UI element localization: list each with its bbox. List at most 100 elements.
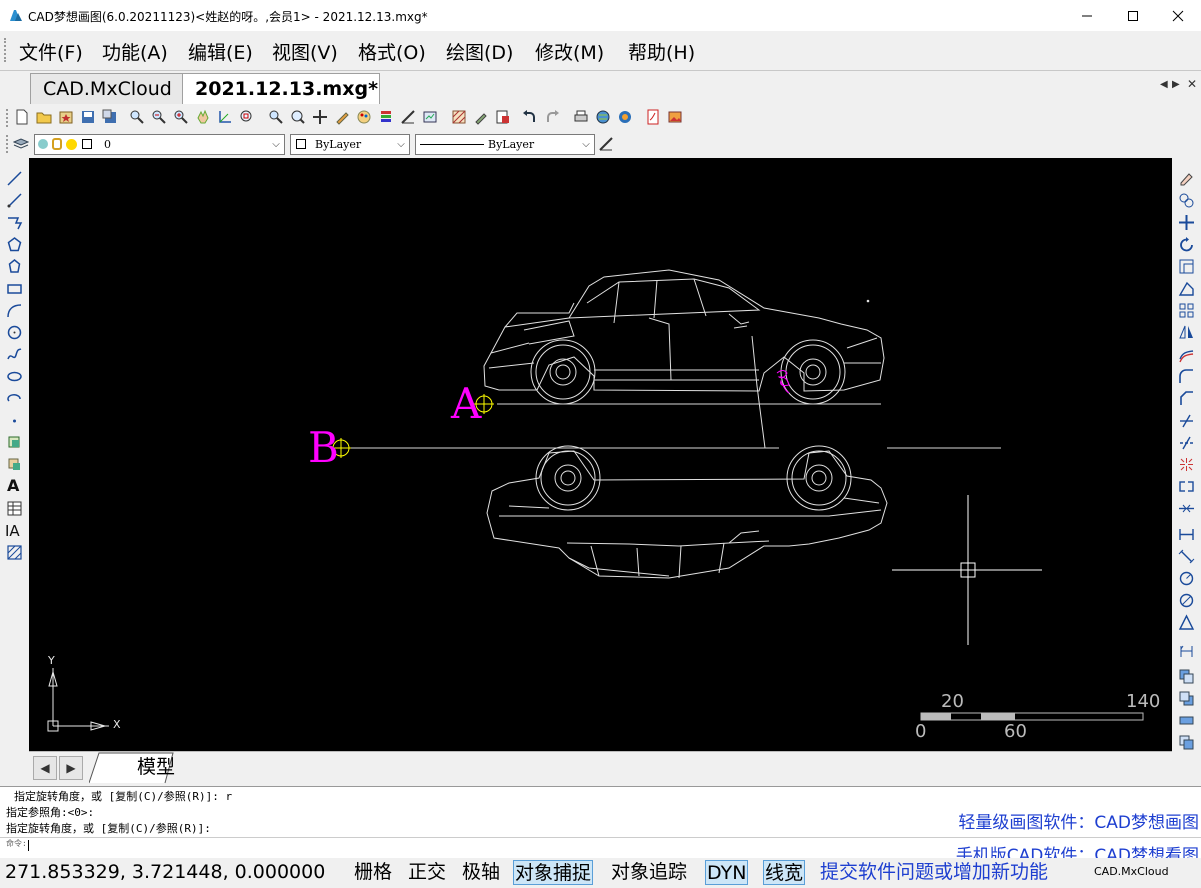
image-export-icon[interactable] <box>667 109 683 125</box>
print-icon[interactable] <box>573 109 589 125</box>
make-block-icon[interactable] <box>6 456 23 473</box>
dim-aligned-icon[interactable] <box>1178 548 1195 565</box>
stretch-icon[interactable] <box>1178 280 1195 297</box>
tab-mxcloud[interactable]: CAD.MxCloud <box>30 73 190 104</box>
ellipse-arc-icon[interactable] <box>6 390 23 407</box>
tab-model[interactable]: 模型 <box>121 752 201 783</box>
pdf-export-icon[interactable] <box>645 109 661 125</box>
zoom-previous-icon[interactable] <box>268 109 284 125</box>
color-select[interactable]: ByLayer ⌵ <box>290 134 410 155</box>
table-icon[interactable] <box>6 500 23 517</box>
tab-scroll-right-icon[interactable]: ▶ <box>1172 79 1180 90</box>
dim-diameter-icon[interactable] <box>1178 592 1195 609</box>
lineweight-toggle[interactable]: 线宽 <box>763 860 806 885</box>
spline-icon[interactable] <box>6 346 23 363</box>
command-window[interactable]: 指定旋转角度，或 [复制(C)/参照(R)]: r 指定参照角:<0>: 指定旋… <box>0 786 1201 858</box>
cloud-icon[interactable] <box>617 109 633 125</box>
chamfer-icon[interactable] <box>1178 390 1195 407</box>
zoom-in-icon[interactable] <box>173 109 189 125</box>
extend-icon[interactable] <box>1178 434 1195 451</box>
insert-block-icon[interactable] <box>6 434 23 451</box>
redo-icon[interactable] <box>544 109 560 125</box>
zoom-out-icon[interactable] <box>151 109 167 125</box>
pan-icon[interactable] <box>195 109 211 125</box>
line-icon[interactable] <box>6 170 23 187</box>
bring-above-icon[interactable] <box>1178 712 1195 729</box>
array-icon[interactable] <box>1178 302 1195 319</box>
mirror-icon[interactable] <box>1178 324 1195 341</box>
web-icon[interactable] <box>595 109 611 125</box>
menu-help[interactable]: 帮助(H) <box>628 38 695 65</box>
favorites-icon[interactable] <box>58 109 74 125</box>
hatch-fill-icon[interactable] <box>6 544 23 561</box>
layer-stack-icon[interactable] <box>378 109 394 125</box>
scale-icon[interactable] <box>1178 258 1195 275</box>
arc-icon[interactable] <box>6 302 23 319</box>
lineweight-tool-icon[interactable] <box>598 136 614 152</box>
layer-manager-icon[interactable] <box>13 136 29 152</box>
save-as-icon[interactable] <box>102 109 118 125</box>
osnap-toggle[interactable]: 对象捕捉 <box>513 860 594 885</box>
layer-back-icon[interactable] <box>1178 690 1195 707</box>
dyn-toggle[interactable]: DYN <box>705 860 749 885</box>
point-icon[interactable] <box>6 412 23 429</box>
maximize-button[interactable] <box>1110 0 1156 31</box>
polyline-icon[interactable] <box>6 214 23 231</box>
tab-scroll-left-icon[interactable]: ◀ <box>1160 79 1168 90</box>
dim-angular-icon[interactable] <box>1178 614 1195 631</box>
layer-select[interactable]: 0 ⌵ <box>34 134 285 155</box>
break-icon[interactable] <box>1178 478 1195 495</box>
drawing-canvas[interactable]: A B Y X 20 140 0 60 <box>29 158 1172 751</box>
move-icon[interactable] <box>312 109 328 125</box>
ray-icon[interactable] <box>6 192 23 209</box>
send-under-icon[interactable] <box>1178 734 1195 751</box>
dim-baseline-icon[interactable] <box>1178 642 1195 659</box>
copy-icon[interactable] <box>1178 192 1195 209</box>
color-palette-icon[interactable] <box>356 109 372 125</box>
promo-line-2[interactable]: 手机版CAD软件：CAD梦想看图 <box>956 841 1199 858</box>
minimize-button[interactable] <box>1064 0 1110 31</box>
feedback-link[interactable]: 提交软件问题或增加新功能 <box>820 860 1048 885</box>
ucs-icon[interactable] <box>217 109 233 125</box>
new-file-icon[interactable] <box>14 109 30 125</box>
brush-icon[interactable] <box>473 109 489 125</box>
ellipse-icon[interactable] <box>6 368 23 385</box>
multiline-text-icon[interactable]: IA <box>5 522 20 540</box>
menu-file[interactable]: 文件(F) <box>19 38 83 65</box>
dim-linear-icon[interactable] <box>1178 526 1195 543</box>
ortho-toggle[interactable]: 正交 <box>408 860 446 885</box>
layer-front-icon[interactable] <box>1178 668 1195 685</box>
undo-icon[interactable] <box>522 109 538 125</box>
polygon-icon[interactable] <box>6 236 23 253</box>
open-file-icon[interactable] <box>36 109 52 125</box>
menu-format[interactable]: 格式(O) <box>358 38 426 65</box>
promo-line-1[interactable]: 轻量级画图软件：CAD梦想画图 <box>958 808 1199 833</box>
menu-function[interactable]: 功能(A) <box>102 38 168 65</box>
zoom-realtime-icon[interactable] <box>129 109 145 125</box>
offset-icon[interactable] <box>1178 346 1195 363</box>
rotate-icon[interactable] <box>1178 236 1195 253</box>
explode-icon[interactable] <box>1178 456 1195 473</box>
move-modify-icon[interactable] <box>1178 214 1195 231</box>
join-icon[interactable] <box>1178 500 1195 517</box>
save-icon[interactable] <box>80 109 96 125</box>
rectangle-icon[interactable] <box>6 280 23 297</box>
zoom-window-icon[interactable] <box>239 109 255 125</box>
text-icon[interactable]: A <box>7 476 19 495</box>
zoom-extents-icon[interactable] <box>290 109 306 125</box>
menu-view[interactable]: 视图(V) <box>272 38 338 65</box>
properties-icon[interactable] <box>422 109 438 125</box>
tab-current-drawing[interactable]: 2021.12.13.mxg* <box>182 73 380 104</box>
tab-close-icon[interactable]: ✕ <box>1187 77 1197 91</box>
print-preview-icon[interactable] <box>495 109 511 125</box>
linetype-select[interactable]: ByLayer ⌵ <box>415 134 595 155</box>
erase-icon[interactable] <box>1178 170 1195 187</box>
layout-next-button[interactable]: ▶ <box>59 756 83 780</box>
command-caret[interactable] <box>28 840 29 851</box>
grid-toggle[interactable]: 栅格 <box>354 860 392 885</box>
otrack-toggle[interactable]: 对象追踪 <box>611 860 687 885</box>
match-properties-icon[interactable] <box>334 109 350 125</box>
polygon-center-icon[interactable] <box>6 258 23 275</box>
menu-draw[interactable]: 绘图(D) <box>446 38 513 65</box>
lineweight-icon[interactable] <box>400 109 416 125</box>
